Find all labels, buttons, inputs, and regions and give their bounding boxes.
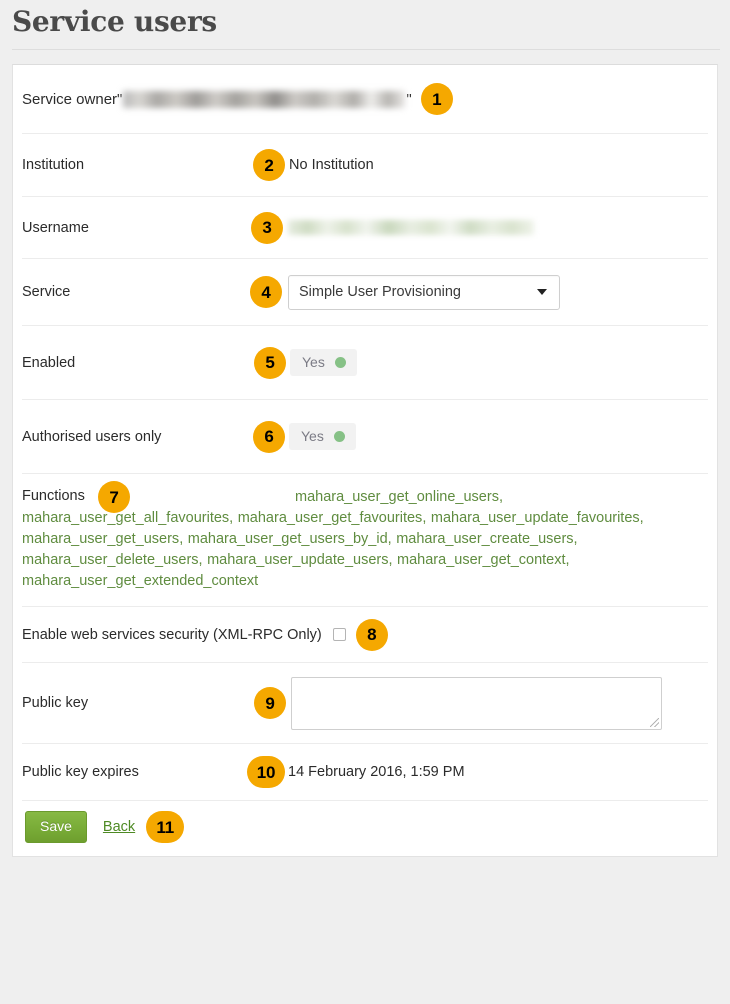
web-services-security-label: Enable web services security (XML-RPC On… xyxy=(22,626,322,644)
row-enabled: Enabled 5 Yes xyxy=(13,326,717,399)
public-key-label: Public key xyxy=(22,694,284,712)
function-separator: , xyxy=(388,531,397,547)
row-service: Service 4 Simple User Provisioning xyxy=(13,259,717,325)
row-service-owner: Service owner " " 1 xyxy=(13,65,717,133)
username-value-redacted[interactable] xyxy=(288,220,534,235)
authorised-users-only-toggle[interactable]: Yes xyxy=(289,423,356,450)
annotation-badge-8: 8 xyxy=(356,619,388,651)
function-separator: , xyxy=(179,531,188,547)
service-select[interactable]: Simple User Provisioning xyxy=(288,275,560,310)
page-title: Service users xyxy=(0,0,730,40)
function-link[interactable]: mahara_user_update_users xyxy=(207,552,388,568)
function-link[interactable]: mahara_user_get_favourites xyxy=(238,510,423,526)
function-separator: , xyxy=(388,552,397,568)
annotation-badge-4: 4 xyxy=(250,276,282,308)
function-separator: , xyxy=(229,510,238,526)
enabled-label: Enabled xyxy=(22,354,284,372)
back-link[interactable]: Back xyxy=(103,819,135,835)
public-key-value-group: 9 xyxy=(284,677,709,730)
function-link[interactable]: mahara_user_get_online_users xyxy=(295,489,499,505)
institution-label: Institution xyxy=(22,156,284,174)
function-separator: , xyxy=(574,531,578,547)
row-institution: Institution 2 No Institution xyxy=(13,134,717,196)
annotation-badge-2: 2 xyxy=(253,149,285,181)
service-owner-label-group: Service owner " " 1 xyxy=(22,83,453,115)
public-key-expires-label: Public key expires xyxy=(22,763,284,781)
row-web-services-security: Enable web services security (XML-RPC On… xyxy=(13,607,717,662)
function-separator: , xyxy=(640,510,644,526)
function-link[interactable]: mahara_user_get_context xyxy=(397,552,565,568)
annotation-badge-11: 11 xyxy=(146,811,184,843)
annotation-badge-6: 6 xyxy=(253,421,285,453)
functions-label: Functions xyxy=(22,488,85,504)
function-link[interactable]: mahara_user_create_users xyxy=(396,531,573,547)
public-key-expires-value-group: 10 14 February 2016, 1:59 PM xyxy=(284,756,709,788)
annotation-badge-7: 7 xyxy=(98,481,130,513)
function-link[interactable]: mahara_user_get_extended_context xyxy=(22,573,258,589)
username-label: Username xyxy=(22,219,284,237)
username-value-group: 3 xyxy=(284,212,709,244)
service-value-group: 4 Simple User Provisioning xyxy=(284,275,709,310)
function-separator: , xyxy=(422,510,431,526)
annotation-badge-1: 1 xyxy=(421,83,453,115)
function-separator: , xyxy=(499,489,503,505)
service-owner-label: Service owner xyxy=(22,91,117,108)
page-root: Service users Service owner " " 1 Instit… xyxy=(0,0,730,1004)
public-key-textarea[interactable] xyxy=(291,677,662,730)
resize-grip-icon[interactable] xyxy=(650,718,659,727)
save-button[interactable]: Save xyxy=(25,811,87,843)
web-services-security-checkbox[interactable] xyxy=(333,628,346,641)
public-key-expires-value: 14 February 2016, 1:59 PM xyxy=(288,763,465,781)
annotation-badge-9: 9 xyxy=(254,687,286,719)
service-select-value: Simple User Provisioning xyxy=(299,284,461,300)
institution-value-group: 2 No Institution xyxy=(284,149,709,181)
title-divider xyxy=(12,49,720,50)
function-separator: , xyxy=(199,552,208,568)
form-actions: Save Back 11 xyxy=(13,801,717,856)
authorised-users-only-label: Authorised users only xyxy=(22,428,284,446)
service-label: Service xyxy=(22,283,284,301)
annotation-badge-10: 10 xyxy=(247,756,285,788)
row-public-key-expires: Public key expires 10 14 February 2016, … xyxy=(13,744,717,800)
function-link[interactable]: mahara_user_get_users_by_id xyxy=(188,531,388,547)
service-user-form-card: Service owner " " 1 Institution 2 No Ins… xyxy=(12,64,718,857)
function-link[interactable]: mahara_user_delete_users xyxy=(22,552,199,568)
enabled-value-group: 5 Yes xyxy=(284,347,709,379)
row-functions: Functions 7 mahara_user_get_online_users… xyxy=(13,474,717,606)
service-owner-value-redacted xyxy=(123,91,405,108)
status-dot-icon xyxy=(335,357,346,368)
annotation-badge-3: 3 xyxy=(251,212,283,244)
function-separator: , xyxy=(566,552,570,568)
enabled-toggle-label: Yes xyxy=(302,354,325,371)
institution-value: No Institution xyxy=(289,156,374,174)
status-dot-icon xyxy=(334,431,345,442)
annotation-badge-5: 5 xyxy=(254,347,286,379)
row-public-key: Public key 9 xyxy=(13,663,717,743)
function-link[interactable]: mahara_user_update_favourites xyxy=(431,510,640,526)
function-link[interactable]: mahara_user_get_users xyxy=(22,531,179,547)
row-authorised-users-only: Authorised users only 6 Yes xyxy=(13,400,717,473)
authorised-users-only-value-group: 6 Yes xyxy=(284,421,709,453)
owner-open-quote: " xyxy=(117,91,122,108)
chevron-down-icon xyxy=(537,289,547,295)
row-username: Username 3 xyxy=(13,197,717,258)
authorised-users-only-toggle-label: Yes xyxy=(301,428,324,445)
function-link[interactable]: mahara_user_get_all_favourites xyxy=(22,510,229,526)
enabled-toggle[interactable]: Yes xyxy=(290,349,357,376)
owner-close-quote: " xyxy=(406,91,411,108)
